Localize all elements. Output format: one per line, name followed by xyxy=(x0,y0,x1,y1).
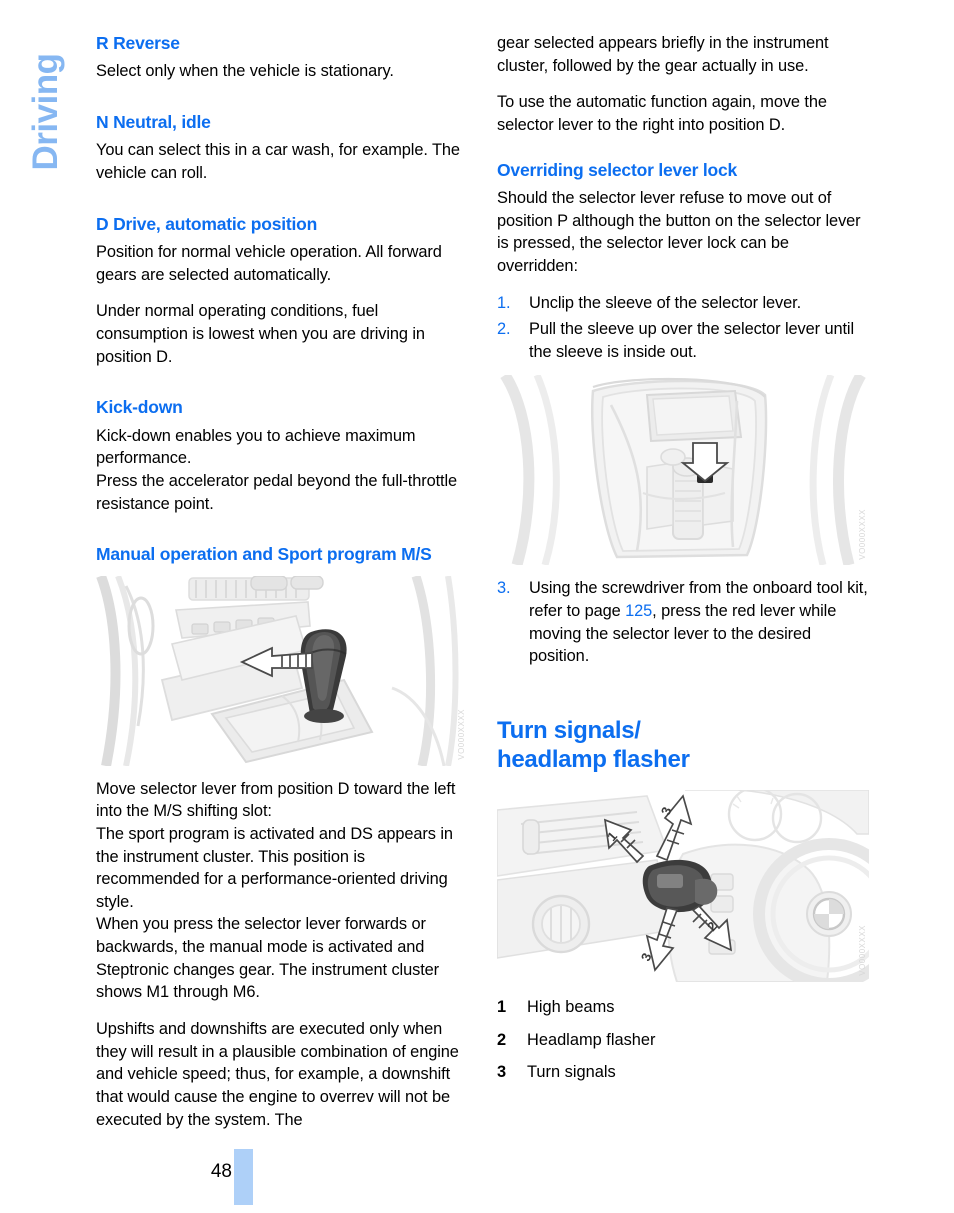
selector-lever-illustration xyxy=(96,575,468,766)
legend-label: Turn signals xyxy=(527,1063,616,1082)
heading-line-2: headlamp flasher xyxy=(497,746,690,774)
figure-code: VO000XXXX xyxy=(858,925,867,977)
page-reference-link[interactable]: 125 xyxy=(625,602,652,620)
override-steps-list-continued: 3. Using the screwdriver from the onboar… xyxy=(497,577,869,668)
heading-overriding-selector-lever-lock: Overriding selector lever lock xyxy=(497,159,738,180)
figure-selector-lever-ms-slot: VO000XXXX xyxy=(96,575,468,766)
legend-key: 3 xyxy=(497,1063,507,1082)
list-item-step-1: 1. Unclip the sleeve of the selector lev… xyxy=(497,292,869,315)
chapter-tab-marker xyxy=(234,1149,253,1205)
override-steps-list: 1. Unclip the sleeve of the selector lev… xyxy=(497,292,869,364)
step-number: 2. xyxy=(497,320,511,339)
legend-key: 2 xyxy=(497,1030,507,1049)
paragraph-automatic-again: To use the automatic function again, mov… xyxy=(497,93,827,134)
paragraph-continued-gear: gear selected appears briefly in the ins… xyxy=(497,34,829,75)
paragraph-d-drive-1: Position for normal vehicle operation. A… xyxy=(96,243,442,284)
paragraph-upshift-downshift: Upshifts and downshifts are executed onl… xyxy=(96,1020,459,1129)
step-text: Unclip the sleeve of the selector lever. xyxy=(529,293,802,312)
list-item-step-2: 2. Pull the sleeve up over the selector … xyxy=(497,318,869,363)
turn-signal-stalk-illustration: 1 2 3 3 xyxy=(497,790,869,983)
list-item-legend-1: 1 High beams xyxy=(497,996,869,1019)
list-item-step-3: 3. Using the screwdriver from the onboar… xyxy=(497,577,869,668)
chapter-tab: Driving xyxy=(0,0,92,250)
paragraph-d-drive-2: Under normal operating conditions, fuel … xyxy=(96,302,425,366)
figure-code: VO000XXXX xyxy=(457,708,466,760)
list-item-legend-2: 2 Headlamp flasher xyxy=(497,1029,869,1052)
figure-turn-signal-stalk: 1 2 3 3 VO000XXXX xyxy=(497,790,869,983)
legend-label: High beams xyxy=(527,998,615,1017)
paragraph-r-reverse: Select only when the vehicle is stationa… xyxy=(96,62,394,81)
page-number: 48 xyxy=(210,1161,232,1182)
turn-signal-legend-list: 1 High beams 2 Headlamp flasher 3 Turn s… xyxy=(497,996,869,1084)
selector-lever-sleeve-illustration xyxy=(497,375,869,566)
heading-d-drive: D Drive, automatic position xyxy=(96,213,318,234)
heading-manual-sport-ms: Manual operation and Sport program M/S xyxy=(96,544,432,565)
chapter-tab-label: Driving xyxy=(26,53,65,171)
paragraph-kick-down: Kick-down enables you to achieve maximum… xyxy=(96,426,458,513)
heading-turn-signals-headlamp-flasher: Turn signals/ headlamp flasher xyxy=(497,716,869,774)
right-column: gear selected appears briefly in the ins… xyxy=(497,32,869,1094)
figure-selector-lever-sleeve: VO000XXXX xyxy=(497,375,869,566)
figure-code: VO000XXXX xyxy=(858,508,867,560)
step-number: 1. xyxy=(497,293,511,312)
heading-r-reverse: R Reverse xyxy=(96,33,180,53)
paragraph-n-neutral: You can select this in a car wash, for e… xyxy=(96,141,460,183)
paragraph-ms-operation: Move selector lever from position D towa… xyxy=(96,779,456,1002)
heading-kick-down: Kick-down xyxy=(96,397,183,418)
step-number: 3. xyxy=(497,579,511,598)
heading-n-neutral: N Neutral, idle xyxy=(96,112,211,133)
legend-key: 1 xyxy=(497,998,507,1017)
paragraph-override-intro: Should the selector lever refuse to move… xyxy=(497,188,861,275)
page-footer: 48 xyxy=(96,1149,856,1205)
heading-line-1: Turn signals/ xyxy=(497,717,641,744)
left-column: R Reverse Select only when the vehicle i… xyxy=(96,32,468,1145)
step-text: Pull the sleeve up over the selector lev… xyxy=(529,320,855,361)
list-item-legend-3: 3 Turn signals xyxy=(497,1061,869,1084)
legend-label: Headlamp flasher xyxy=(527,1030,656,1049)
